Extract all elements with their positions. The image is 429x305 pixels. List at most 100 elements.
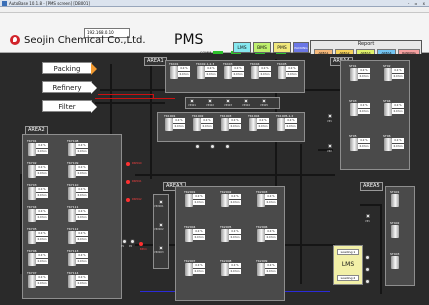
tank-body (28, 209, 36, 222)
tank-body (68, 253, 76, 266)
tank-body (221, 118, 229, 131)
pump-icon[interactable] (225, 144, 230, 149)
loading-2-button[interactable]: Loading 2 (337, 275, 359, 281)
pipe (150, 59, 152, 179)
area5-panel: ST401 ST402 ST403 (385, 186, 415, 286)
area3-valve-strip: VP2001 VP2002 VP2003 (153, 194, 169, 269)
tank-body (221, 194, 229, 207)
red-flow-line (95, 98, 175, 99)
filter-button-label: Filter (58, 103, 76, 111)
tank-body (251, 66, 259, 79)
tank-body (68, 143, 76, 156)
process-diagram: Packing Refinery Filter AREA1 TK401 0.0 … (0, 54, 429, 305)
valve-area5-vp1[interactable] (366, 214, 370, 218)
tank-body (197, 66, 205, 79)
tank-body (28, 143, 36, 156)
area1-label: AREA1 (144, 57, 167, 66)
packing-button[interactable]: Packing (42, 62, 97, 75)
app-window: AutoBase 10.1.8 - [PMS screen] [DB001] -… (0, 0, 429, 305)
tank-body (391, 194, 399, 207)
pump-icon[interactable] (210, 144, 215, 149)
tank-body (28, 231, 36, 244)
tank-body (257, 263, 265, 276)
area5-label: AREA5 (360, 182, 383, 191)
arrow-right-icon (91, 63, 97, 75)
tank-body (350, 68, 358, 81)
valve-vp403[interactable] (226, 99, 230, 103)
tank-body (68, 209, 76, 222)
tank-body (384, 138, 392, 151)
tank-body (350, 138, 358, 151)
tank-body (391, 256, 399, 269)
app-icon (2, 1, 7, 6)
red-flow-line (98, 94, 153, 95)
tank-body (68, 165, 76, 178)
pump-icon[interactable] (195, 144, 200, 149)
tank-body (221, 263, 229, 276)
valve-area4-vp2[interactable] (328, 144, 332, 148)
valve-vp402[interactable] (208, 99, 212, 103)
red-valve-icon[interactable] (126, 198, 130, 202)
area1-second-panel: TK1001 0.0 % 0.0 ton TK1002 0.0 % 0.0 to… (157, 112, 305, 142)
tank-body (278, 66, 286, 79)
pump-icon[interactable] (365, 279, 370, 284)
tank-body (391, 225, 399, 238)
valve-vp405[interactable] (262, 99, 266, 103)
tank-body (277, 118, 285, 131)
packing-system-button[interactable]: PACKING (293, 42, 309, 53)
pipe (360, 204, 382, 206)
report-title: Report (357, 41, 375, 47)
tank-body (257, 194, 265, 207)
bms-system-button[interactable]: BMS (253, 42, 271, 53)
tank-body (165, 118, 173, 131)
loading-1-button[interactable]: Loading 1 (337, 249, 359, 255)
refinery-button-label: Refinery (52, 84, 82, 92)
tank-body (28, 187, 36, 200)
area2-panel: TK701 0.0 % 0.0 ton TK702 0.0 % 0.0 ton … (22, 134, 122, 299)
tank-body (384, 68, 392, 81)
tank-body (170, 66, 178, 79)
pipe (300, 144, 302, 284)
tank-body (257, 229, 265, 242)
tank-body (185, 263, 193, 276)
red-valve-icon[interactable] (126, 180, 130, 184)
valve-vp2002[interactable] (159, 223, 163, 227)
area1-panel: TK401 0.0 % 0.0 ton TK402-1,2,3 0.0 % 0.… (165, 60, 305, 93)
pump-icon[interactable] (365, 267, 370, 272)
filter-button[interactable]: Filter (42, 100, 97, 113)
tank-body (193, 118, 201, 131)
lms-system-button[interactable]: LMS (233, 42, 251, 53)
tank-body (28, 253, 36, 266)
tank-body (384, 103, 392, 116)
pipe (380, 204, 382, 294)
company-logo-icon (10, 35, 20, 45)
tank-body (28, 275, 36, 288)
lms-title: LMS (341, 261, 355, 268)
tank-body (185, 229, 193, 242)
pump-icon[interactable] (365, 255, 370, 260)
title-bar: AutoBase 10.1.8 - [PMS screen] [DB001] -… (0, 0, 429, 7)
lms-loading-panel[interactable]: Loading 1 LMS Loading 2 (333, 245, 363, 285)
tank-body (185, 194, 193, 207)
red-valve-icon[interactable] (126, 162, 130, 166)
packing-button-label: Packing (53, 65, 81, 73)
header: 192.168.0.10 Seojin Chemical Co.,Ltd. PM… (0, 13, 429, 58)
valve-vp401[interactable] (190, 99, 194, 103)
pump-icon[interactable] (122, 239, 127, 244)
tank-body (350, 103, 358, 116)
tank-body (224, 66, 232, 79)
tank-body (249, 118, 257, 131)
pump-icon[interactable] (130, 239, 135, 244)
valve-vp404[interactable] (244, 99, 248, 103)
tank-body (68, 275, 76, 288)
tank-body (68, 231, 76, 244)
valve-vp2003[interactable] (159, 246, 163, 250)
window-controls[interactable]: - ▫ x (408, 0, 427, 7)
valve-area4-vp1[interactable] (328, 114, 332, 118)
company-name: Seojin Chemical Co.,Ltd. (24, 35, 146, 46)
valve-vp2001[interactable] (159, 200, 163, 204)
refinery-button[interactable]: Refinery (42, 81, 97, 94)
pipe (135, 174, 335, 176)
pms-system-button[interactable]: PMS (273, 42, 291, 53)
red-valve-icon[interactable] (139, 242, 143, 246)
